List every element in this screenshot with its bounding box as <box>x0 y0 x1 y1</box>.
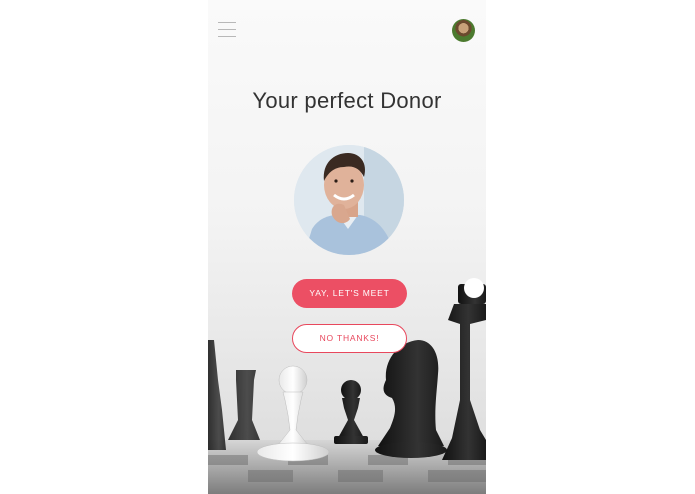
no-thanks-button[interactable]: NO THANKS! <box>292 324 407 353</box>
yay-lets-meet-button[interactable]: YAY, LET'S MEET <box>292 279 407 308</box>
user-avatar[interactable] <box>452 19 475 42</box>
donor-photo <box>294 145 404 255</box>
page-title: Your perfect Donor <box>252 88 442 113</box>
app-screen: Your perfect Donor YAY, LET'S MEET NO TH… <box>208 0 486 494</box>
hamburger-menu-icon[interactable] <box>218 22 236 38</box>
donor-portrait-illustration <box>294 145 404 255</box>
